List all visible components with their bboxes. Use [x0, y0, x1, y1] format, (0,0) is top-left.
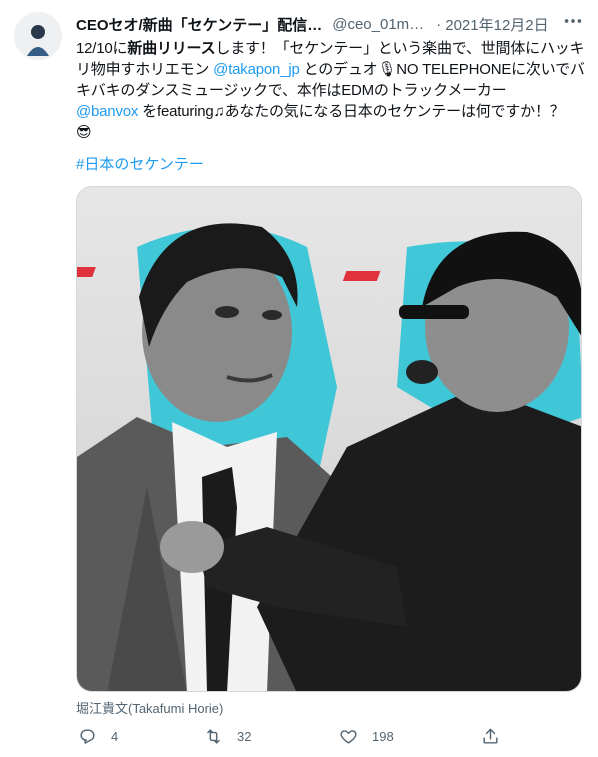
- share-button[interactable]: [481, 725, 514, 747]
- tweet-text-part: とのデュオ: [299, 61, 378, 78]
- retweet-count: 32: [237, 728, 252, 744]
- tweet-header: CEOセオ/新曲「セケンテー」配信… @ceo_01mu… · 2021年12月…: [76, 14, 584, 34]
- separator: ·: [436, 15, 442, 33]
- reply-button[interactable]: 4: [78, 725, 118, 747]
- tweet-text: 12/10に新曲リリースします！「セケンテー」という楽曲で、世間体にハッキリ物申…: [76, 38, 588, 143]
- microphone-icon: 🎙: [377, 60, 397, 78]
- avatar[interactable]: [14, 12, 62, 60]
- tweet-actions: 4 32 198: [76, 725, 516, 747]
- author-handle[interactable]: @ceo_01mu…: [332, 16, 432, 33]
- more-icon[interactable]: [562, 10, 584, 32]
- mention-takapon[interactable]: @takapon_jp: [213, 61, 300, 78]
- avatar-image: [14, 12, 62, 60]
- author-name[interactable]: CEOセオ/新曲「セケンテー」配信…: [76, 14, 322, 35]
- media-caption: 堀江貴文(Takafumi Horie): [76, 701, 224, 716]
- tweet-text-bold: 新曲リリース: [127, 40, 216, 57]
- tweet-text-part: をfeaturing♫あなたの気になる日本のセケンテーは何ですか！？: [138, 103, 565, 120]
- retweet-icon: [207, 728, 220, 744]
- like-button[interactable]: 198: [339, 725, 394, 747]
- reply-count: 4: [111, 728, 119, 744]
- tweet-media-image[interactable]: [76, 186, 582, 692]
- hashtag-link[interactable]: #日本のセケンテー: [76, 153, 204, 174]
- tweet-text-part: 12/10に: [76, 40, 128, 57]
- heart-icon: [340, 729, 357, 744]
- tweet-date[interactable]: 2021年12月2日: [445, 14, 548, 35]
- sunglasses-emoji-icon: 😎: [76, 123, 92, 141]
- mention-banvox[interactable]: @banvox: [76, 103, 138, 120]
- share-icon: [483, 728, 498, 744]
- like-count: 198: [372, 728, 394, 744]
- photo-two-men: [77, 187, 581, 691]
- retweet-button[interactable]: 32: [204, 725, 251, 747]
- reply-icon: [80, 728, 95, 744]
